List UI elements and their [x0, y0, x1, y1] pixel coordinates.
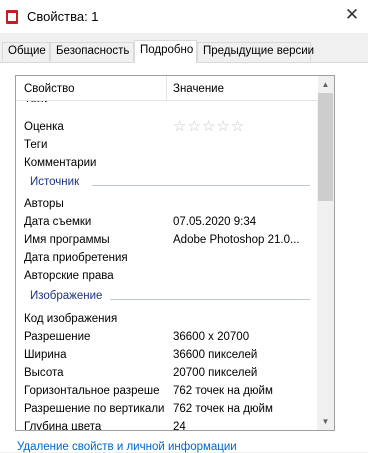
list-header: Свойство Значение [16, 76, 318, 101]
list-item[interactable]: Код изображения [16, 310, 318, 328]
properties-list[interactable]: Теги Оценка ☆☆☆☆☆ Теги Комментарии Источ… [15, 75, 335, 431]
group-title: Источник [30, 176, 80, 188]
list-item[interactable]: Комментарии [16, 154, 318, 172]
group-header-source: Источник [16, 174, 318, 194]
property-value: 762 точек на дюйм [173, 403, 273, 415]
list-item[interactable]: Авторские права [16, 267, 318, 285]
list-item[interactable]: Глубина цвета 24 [16, 418, 318, 431]
close-button[interactable]: ✕ [342, 5, 362, 25]
list-item[interactable]: Оценка ☆☆☆☆☆ [16, 118, 318, 136]
property-name: Комментарии [24, 157, 97, 169]
property-name: Дата съемки [24, 216, 92, 228]
tab-general[interactable]: Общие [2, 42, 50, 61]
list-item[interactable]: Высота 20700 пикселей [16, 364, 318, 382]
window-title: Свойства: 1 [27, 9, 99, 24]
list-item[interactable]: Дата съемки 07.05.2020 9:34 [16, 213, 318, 231]
property-name: Авторские права [24, 270, 114, 282]
list-item[interactable]: Горизонтальное разреше 762 точек на дюйм [16, 382, 318, 400]
property-name: Глубина цвета [24, 421, 102, 431]
property-value: 36600 x 20700 [173, 331, 250, 343]
property-name: Авторы [24, 198, 64, 210]
tab-previous-versions[interactable]: Предыдущие версии [197, 42, 314, 61]
details-panel: Теги Оценка ☆☆☆☆☆ Теги Комментарии Источ… [0, 62, 368, 453]
property-name: Имя программы [24, 234, 110, 246]
property-name: Разрешение [24, 331, 91, 343]
column-header-value[interactable]: Значение [173, 76, 224, 100]
tab-details[interactable]: Подробно [134, 40, 197, 63]
list-item[interactable]: Авторы [16, 195, 318, 213]
list-item[interactable]: Разрешение 36600 x 20700 [16, 328, 318, 346]
property-name: Оценка [24, 121, 64, 133]
property-name: Высота [24, 367, 64, 379]
property-value: Adobe Photoshop 21.0... [173, 234, 300, 246]
list-item[interactable]: Имя программы Adobe Photoshop 21.0... [16, 231, 318, 249]
column-header-property[interactable]: Свойство [24, 76, 75, 100]
vertical-scrollbar[interactable]: ▲ ▼ [317, 76, 334, 430]
property-name: Дата приобретения [24, 252, 128, 264]
group-title: Изображение [30, 290, 103, 302]
group-header-image: Изображение [16, 288, 318, 308]
list-item[interactable]: Дата приобретения [16, 249, 318, 267]
property-value: 07.05.2020 9:34 [173, 216, 257, 228]
title-bar: Свойства: 1 ✕ [0, 0, 368, 33]
property-name: Код изображения [24, 313, 118, 325]
rating-stars[interactable]: ☆☆☆☆☆ [173, 118, 245, 136]
property-name: Разрешение по вертикали [24, 403, 164, 415]
property-value: 36600 пикселей [173, 349, 258, 361]
list-item[interactable]: Ширина 36600 пикселей [16, 346, 318, 364]
property-value: 24 [173, 421, 186, 431]
scroll-up-arrow-icon[interactable]: ▲ [317, 76, 334, 93]
list-rows: Теги Оценка ☆☆☆☆☆ Теги Комментарии Источ… [16, 76, 318, 430]
group-divider [92, 185, 310, 186]
scroll-down-arrow-icon[interactable]: ▼ [317, 413, 334, 430]
property-value: 762 точек на дюйм [173, 385, 273, 397]
property-name: Ширина [24, 349, 67, 361]
tab-security[interactable]: Безопасность [50, 42, 134, 61]
image-file-icon [6, 10, 18, 24]
remove-properties-link[interactable]: Удаление свойств и личной информации [17, 441, 237, 453]
property-value: 20700 пикселей [173, 367, 258, 379]
tab-strip: Общие Безопасность Подробно Предыдущие в… [0, 40, 368, 63]
scrollbar-thumb[interactable] [318, 93, 333, 201]
column-divider[interactable] [166, 76, 167, 100]
list-item[interactable]: Разрешение по вертикали 762 точек на дюй… [16, 400, 318, 418]
property-name: Теги [24, 139, 48, 151]
property-name: Горизонтальное разреше [24, 385, 160, 397]
list-item[interactable]: Теги [16, 136, 318, 154]
group-divider [110, 299, 310, 300]
